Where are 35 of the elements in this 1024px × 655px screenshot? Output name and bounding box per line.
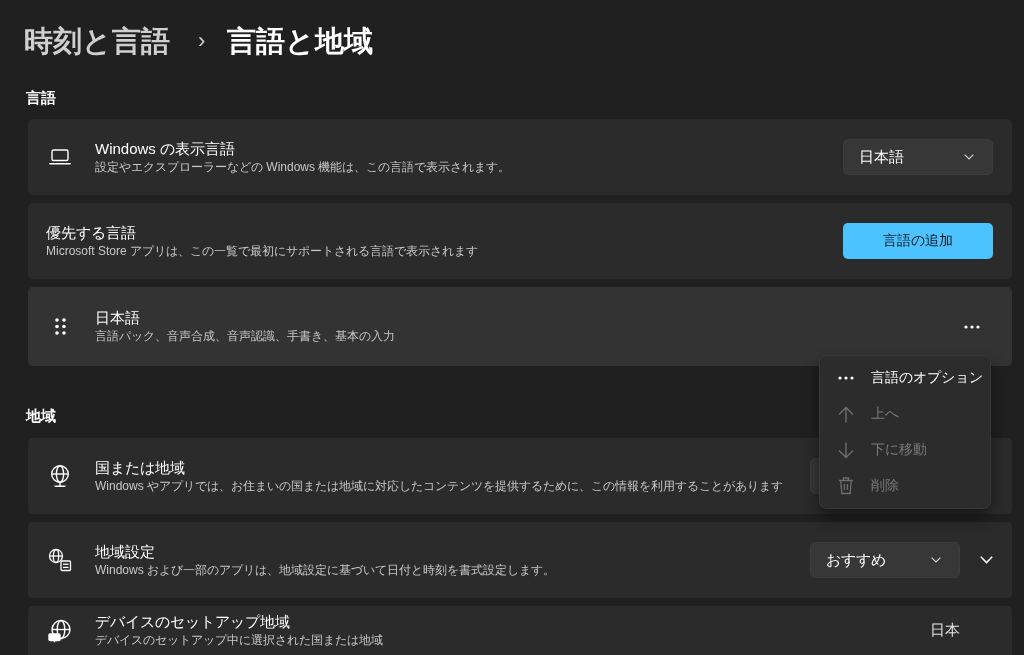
chevron-down-icon bbox=[964, 154, 974, 160]
setting-title: 地域設定 bbox=[95, 541, 155, 562]
chevron-down-icon bbox=[979, 556, 993, 564]
laptop-icon bbox=[49, 149, 71, 165]
setting-title: Windows の表示言語 bbox=[95, 138, 236, 159]
setting-description: デバイスのセットアップ中に選択された国または地域 bbox=[95, 632, 383, 649]
arrow-up-icon bbox=[838, 405, 854, 423]
chevron-down-icon bbox=[931, 557, 941, 563]
setting-title: デバイスのセットアップ地域 bbox=[95, 612, 290, 632]
drag-handle-icon[interactable] bbox=[54, 318, 66, 335]
setting-title: 国または地域 bbox=[95, 457, 185, 478]
menu-item[interactable]: 言語のオプション bbox=[824, 360, 986, 396]
section-heading: 地域 bbox=[26, 406, 56, 426]
setting-title: 優先する言語 bbox=[46, 222, 136, 243]
more-icon bbox=[838, 376, 854, 380]
setting-description: Windows やアプリでは、お住まいの国または地域に対応したコンテンツを提供するために、この情報を利用することがあります bbox=[95, 477, 783, 495]
section-heading: 言語 bbox=[26, 88, 56, 108]
breadcrumb-separator: › bbox=[198, 27, 206, 55]
globe-monitor-icon bbox=[48, 618, 72, 643]
dropdown[interactable]: おすすめ bbox=[810, 542, 960, 578]
setting-title: 日本語 bbox=[95, 308, 140, 328]
setting-description: Microsoft Store アプリは、この一覧で最初にサポートされる言語で表示されます bbox=[46, 242, 479, 260]
setting-description: 設定やエクスプローラーなどの Windows 機能は、この言語で表示されます。 bbox=[95, 158, 511, 176]
trash-icon bbox=[838, 477, 854, 495]
setting-description: Windows および一部のアプリは、地域設定に基づいて日付と時刻を書式設定します。 bbox=[95, 561, 555, 579]
dropdown[interactable]: 日本語 bbox=[843, 139, 993, 175]
globe-icon bbox=[49, 464, 71, 488]
setting-description: 言語パック、音声合成、音声認識、手書き、基本の入力 bbox=[95, 328, 395, 345]
more-icon bbox=[964, 324, 980, 329]
globe-text-icon bbox=[48, 548, 72, 572]
breadcrumb-link[interactable]: 時刻と言語 bbox=[24, 18, 170, 64]
arrow-down-icon bbox=[838, 441, 854, 459]
primary-button[interactable]: 言語の追加 bbox=[843, 223, 993, 259]
page-title: 言語と地域 bbox=[227, 24, 374, 59]
setting-value: 日本 bbox=[930, 621, 960, 640]
